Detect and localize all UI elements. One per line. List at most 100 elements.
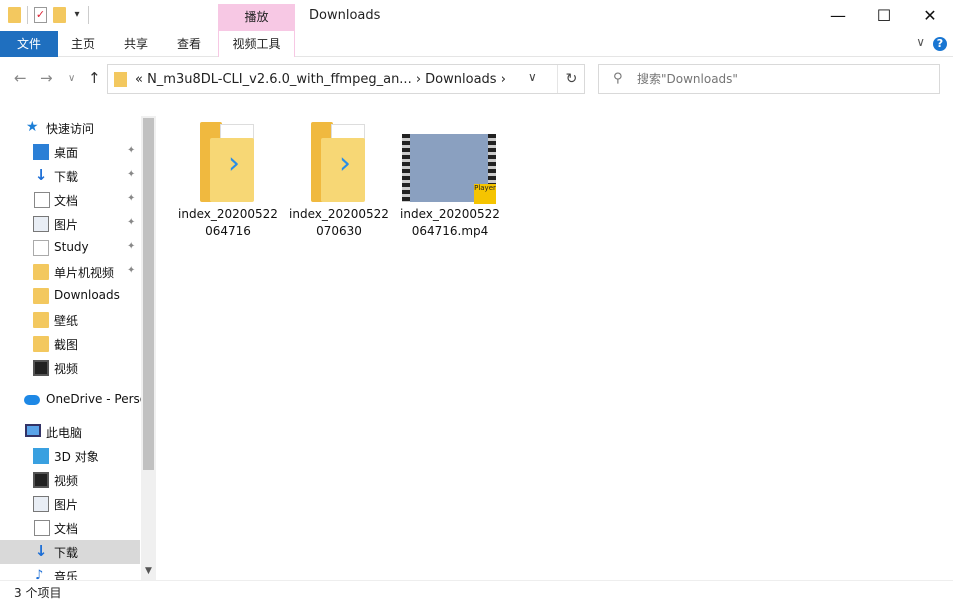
file-item[interactable]: Player index_20200522064716.mp4: [400, 116, 500, 246]
sidebar-item-wallpaper[interactable]: 壁纸: [0, 308, 140, 332]
folder-icon: [33, 288, 49, 304]
scrollbar-thumb[interactable]: [143, 118, 154, 470]
pin-icon: ✦: [127, 169, 136, 180]
folder-icon: [33, 264, 49, 280]
tab-share[interactable]: 共享: [110, 31, 162, 57]
sidebar-item-3d-objects[interactable]: 3D 对象: [0, 444, 140, 468]
navigation-pane: ★ 快速访问 桌面 ✦ ↓ 下载 ✦ 文档 ✦ 图片 ✦ Study ✦ 单片机…: [0, 102, 157, 582]
navigation-bar: ← → ∨ ↑ « N_m3u8DL-CLI_v2.6.0_with_ffmpe…: [0, 57, 953, 102]
3d-objects-icon: [33, 448, 49, 464]
picture-icon: [33, 216, 49, 232]
file-list[interactable]: › index_20200522064716 › index_202005220…: [160, 102, 953, 580]
folder-icon: [33, 312, 49, 328]
properties-icon[interactable]: ✓: [34, 7, 47, 23]
download-icon: ↓: [34, 542, 48, 560]
collapse-ribbon-icon[interactable]: ∨: [916, 35, 925, 49]
sidebar-item-onedrive[interactable]: OneDrive - Perso: [0, 388, 147, 412]
folder-icon: [33, 240, 49, 256]
sidebar-item-study[interactable]: Study ✦: [0, 236, 140, 260]
file-item[interactable]: › index_20200522070630: [289, 116, 389, 246]
sidebar-item-screenshots[interactable]: 截图: [0, 332, 140, 356]
title-bar: ✓ ▾ 播放 Downloads — ☐ ✕: [0, 0, 953, 31]
sidebar-item-label: 文档: [54, 522, 79, 536]
help-icon[interactable]: ?: [933, 37, 947, 51]
sidebar-item-pc-videos[interactable]: 视频: [0, 468, 140, 492]
sidebar-item-label: 下载: [54, 546, 79, 560]
quick-access-label: 快速访问: [46, 122, 95, 136]
sidebar-item-label: 下载: [54, 170, 79, 184]
search-icon: ⚲: [613, 71, 623, 86]
sidebar-item-pc-pictures[interactable]: 图片: [0, 492, 140, 516]
ribbon-tabs: 文件 主页 共享 查看 视频工具 ∨ ?: [0, 31, 953, 57]
sidebar-item-mcu-videos[interactable]: 单片机视频 ✦: [0, 260, 140, 284]
sidebar-item-label: 此电脑: [46, 426, 83, 440]
cloud-icon: [24, 395, 40, 405]
folder-icon: [33, 336, 49, 352]
refresh-button[interactable]: ↻: [557, 65, 585, 93]
scroll-down-icon[interactable]: ▼: [141, 564, 156, 579]
video-icon: [33, 360, 49, 376]
sidebar-item-label: 图片: [54, 218, 79, 232]
folder-icon[interactable]: [8, 7, 21, 23]
address-bar[interactable]: « N_m3u8DL-CLI_v2.6.0_with_ffmpeg_an... …: [107, 64, 585, 94]
sidebar-item-desktop[interactable]: 桌面 ✦: [0, 140, 140, 164]
maximize-button[interactable]: ☐: [861, 0, 907, 31]
nav-scrollbar[interactable]: [141, 116, 156, 581]
desktop-icon: [33, 144, 49, 160]
sidebar-item-label: 截图: [54, 338, 79, 352]
file-item[interactable]: › index_20200522064716: [178, 116, 278, 246]
file-explorer-window: ✓ ▾ 播放 Downloads — ☐ ✕ 文件 主页 共享 查看 视频工具 …: [0, 0, 953, 603]
separator: [88, 6, 89, 24]
sidebar-item-pc-documents[interactable]: 文档: [0, 516, 140, 540]
sidebar-item-label: Study: [54, 240, 89, 254]
tab-video-tools[interactable]: 视频工具: [218, 31, 295, 57]
sidebar-item-label: 桌面: [54, 146, 79, 160]
sidebar-item-this-pc[interactable]: 此电脑: [0, 420, 140, 444]
status-bar: 3 个项目: [0, 580, 953, 603]
tab-file[interactable]: 文件: [0, 31, 58, 57]
tab-play[interactable]: 播放: [218, 4, 295, 31]
quick-access[interactable]: ★ 快速访问: [0, 116, 140, 140]
sidebar-item-documents[interactable]: 文档 ✦: [0, 188, 140, 212]
sidebar-item-label: 视频: [54, 362, 79, 376]
breadcrumb[interactable]: « N_m3u8DL-CLI_v2.6.0_with_ffmpeg_an... …: [135, 72, 506, 87]
tab-home[interactable]: 主页: [58, 31, 108, 57]
folder-icon: ›: [200, 120, 262, 202]
pin-icon: ✦: [127, 217, 136, 228]
quick-access-toolbar: ✓ ▾: [8, 6, 89, 24]
pin-icon: ✦: [127, 265, 136, 276]
sidebar-item-pc-downloads[interactable]: ↓ 下载: [0, 540, 140, 564]
sidebar-item-downloads-folder[interactable]: Downloads: [0, 284, 140, 308]
close-button[interactable]: ✕: [907, 0, 953, 31]
back-button[interactable]: ←: [14, 69, 27, 87]
sidebar-item-label: 单片机视频: [54, 266, 115, 280]
folder-icon: ›: [311, 120, 373, 202]
sidebar-item-label: Downloads: [54, 288, 120, 302]
search-input[interactable]: [637, 70, 927, 88]
sidebar-item-label: OneDrive - Perso: [46, 392, 148, 406]
customize-toolbar-icon[interactable]: ▾: [72, 7, 82, 23]
tab-view[interactable]: 查看: [164, 31, 214, 57]
pin-icon: ✦: [127, 145, 136, 156]
sidebar-item-videos[interactable]: 视频: [0, 356, 140, 380]
document-icon: [34, 192, 50, 208]
address-dropdown-icon[interactable]: ∨: [528, 70, 537, 84]
minimize-button[interactable]: —: [815, 0, 861, 31]
forward-button[interactable]: →: [40, 69, 53, 87]
window-title: Downloads: [309, 8, 381, 23]
search-box[interactable]: ⚲: [598, 64, 940, 94]
file-name: index_20200522064716.mp4: [400, 207, 500, 238]
sidebar-item-label: 视频: [54, 474, 79, 488]
sidebar-item-downloads[interactable]: ↓ 下载 ✦: [0, 164, 140, 188]
new-folder-icon[interactable]: [53, 7, 66, 23]
video-thumbnail: Player: [402, 134, 496, 204]
recent-locations-button[interactable]: ∨: [68, 73, 75, 84]
sidebar-item-label: 壁纸: [54, 314, 79, 328]
video-icon: [33, 472, 49, 488]
picture-icon: [33, 496, 49, 512]
sidebar-item-pictures[interactable]: 图片 ✦: [0, 212, 140, 236]
sidebar-item-label: 图片: [54, 498, 79, 512]
player-badge-icon: Player: [474, 184, 496, 204]
sidebar-item-label: 文档: [54, 194, 79, 208]
up-button[interactable]: ↑: [88, 69, 101, 87]
